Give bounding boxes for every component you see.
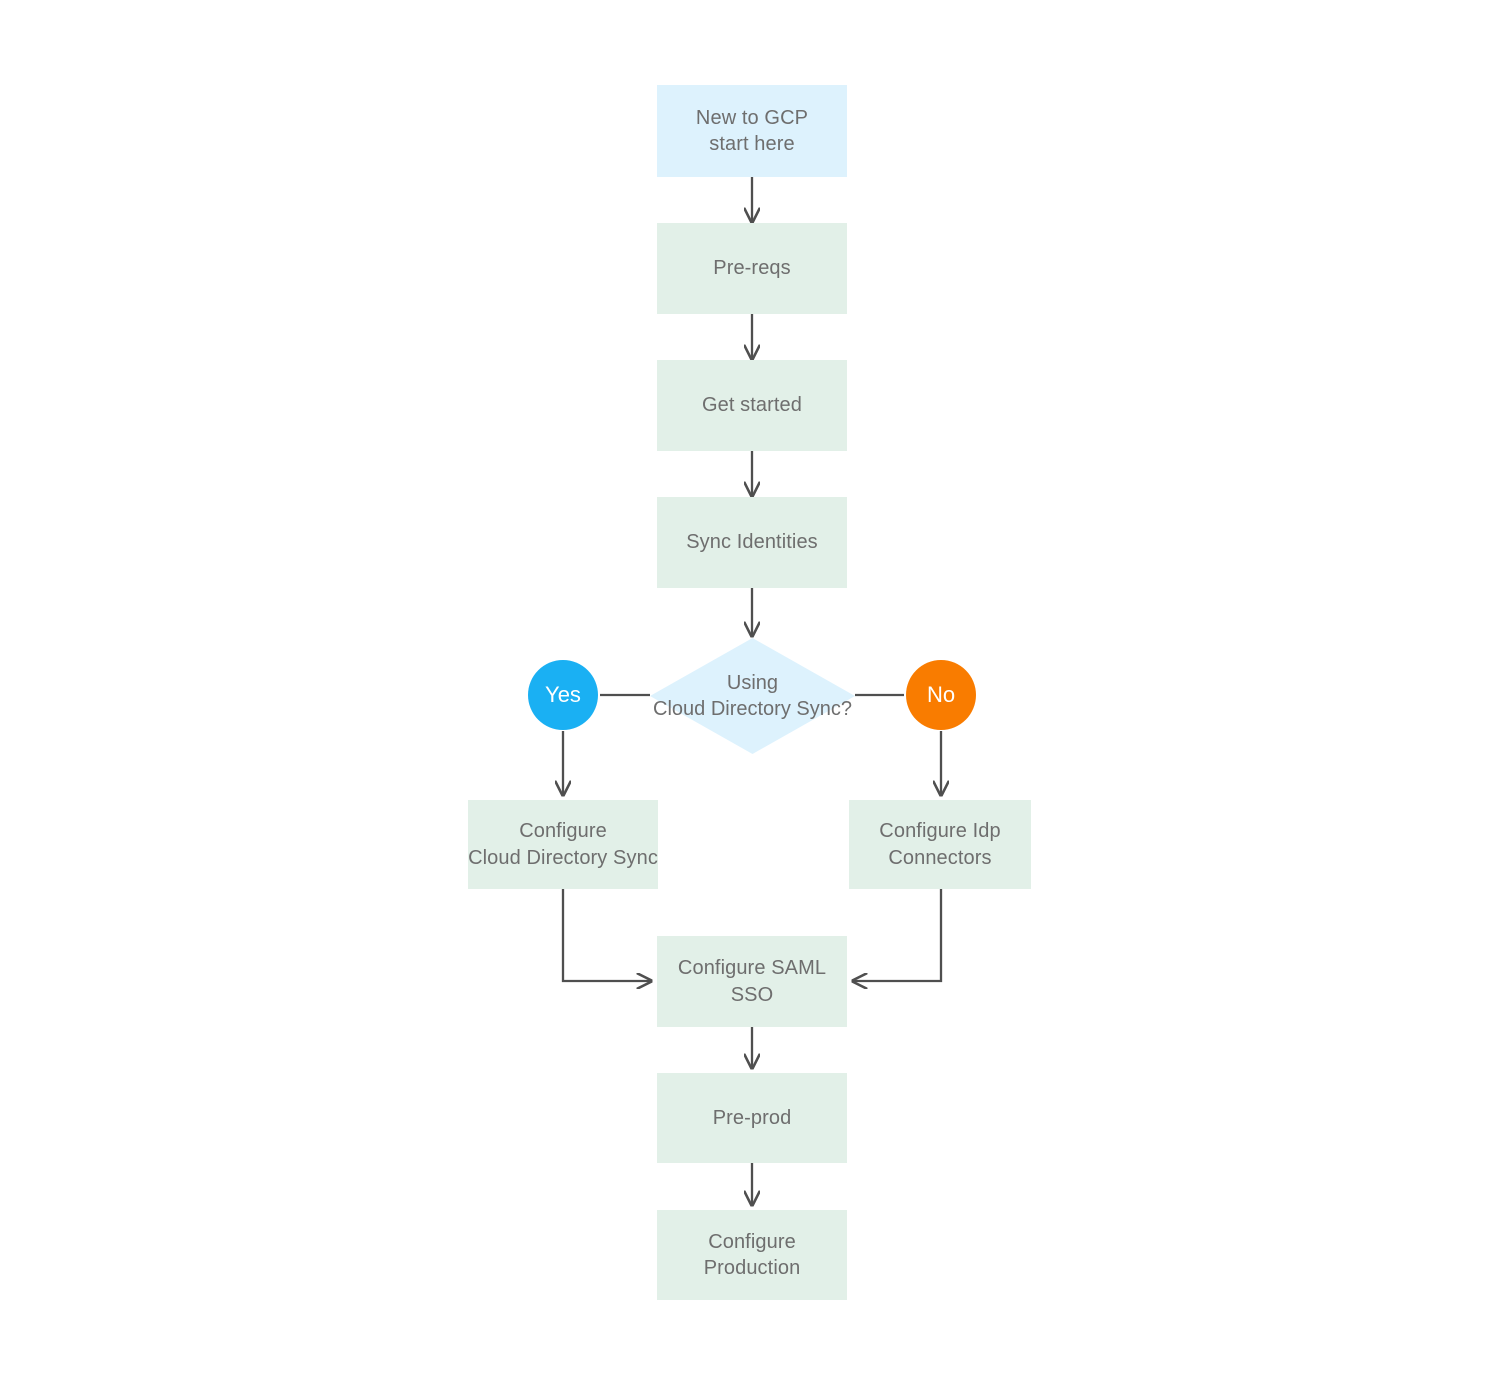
- node-pre-prod-label: Pre-prod: [712, 1106, 792, 1129]
- node-configure-idp-line2: Connectors: [888, 846, 992, 869]
- node-new-to-gcp-line1: New to GCP: [695, 106, 809, 129]
- badge-yes[interactable]: Yes: [528, 660, 598, 730]
- node-new-to-gcp-line2: start here: [709, 133, 795, 155]
- node-configure-cloud-directory-sync[interactable]: Configure Cloud Directory Sync: [468, 800, 658, 889]
- node-configure-saml-line1: Configure SAML: [677, 957, 827, 980]
- node-configure-saml-sso[interactable]: Configure SAML SSO: [657, 936, 847, 1027]
- node-configure-production-line2: Production: [703, 1257, 801, 1279]
- node-pre-reqs-label: Pre-reqs: [713, 257, 791, 280]
- node-sync-identities[interactable]: Sync Identities: [657, 497, 847, 588]
- edge-configure-idp-to-saml: [853, 889, 943, 981]
- node-configure-idp-line1: Configure Idp: [879, 820, 1001, 843]
- node-sync-identities-label: Sync Identities: [686, 531, 818, 554]
- badge-no[interactable]: No: [906, 660, 976, 730]
- node-configure-idp-connectors[interactable]: Configure Idp Connectors: [849, 800, 1031, 889]
- node-decision-line1: Using: [726, 671, 779, 694]
- node-decision-line2: Cloud Directory Sync?: [653, 698, 852, 720]
- node-configure-saml-line2: SSO: [730, 983, 774, 1006]
- node-configure-production[interactable]: Configure Production: [657, 1210, 847, 1300]
- node-configure-cds-line2: Cloud Directory Sync: [468, 846, 658, 869]
- node-get-started[interactable]: Get started: [657, 360, 847, 451]
- badge-no-label: No: [926, 682, 956, 707]
- node-new-to-gcp[interactable]: New to GCP start here: [657, 85, 847, 177]
- node-get-started-label: Get started: [701, 394, 803, 417]
- node-decision-using-cloud-directory-sync[interactable]: Using Cloud Directory Sync?: [650, 638, 855, 754]
- badge-yes-label: Yes: [545, 682, 581, 707]
- node-pre-prod[interactable]: Pre-prod: [657, 1073, 847, 1163]
- flowchart-canvas: New to GCP start here Pre-reqs Get start…: [0, 0, 1500, 1386]
- node-pre-reqs[interactable]: Pre-reqs: [657, 223, 847, 314]
- edge-configure-cds-to-saml: [561, 889, 651, 981]
- node-configure-production-line1: Configure: [708, 1230, 796, 1253]
- node-configure-cds-line1: Configure: [519, 820, 607, 843]
